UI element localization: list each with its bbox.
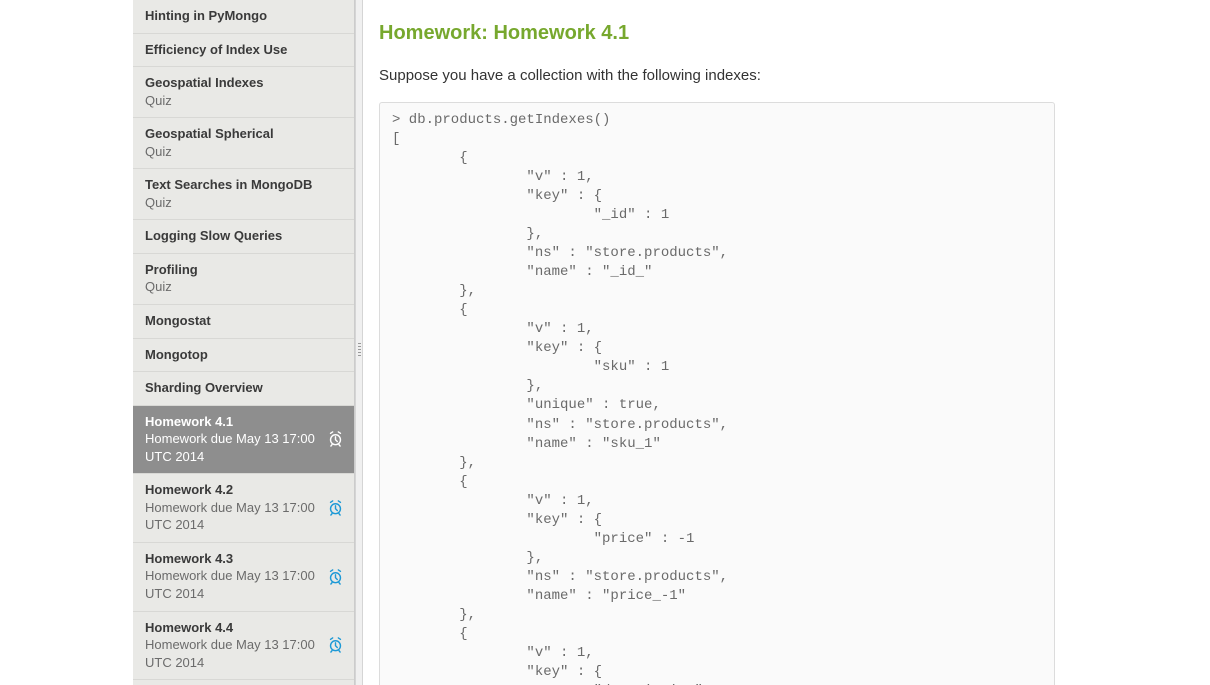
sidebar-gutter [0,0,133,685]
sidebar-item-title: Homework 4.3 [145,550,342,568]
sidebar-wrap: Hinting in PyMongo Efficiency of Index Us… [0,0,355,685]
sidebar-item-subtitle: Quiz [145,92,342,110]
sidebar-item-title: Sharding Overview [145,379,342,397]
clock-icon [327,431,344,448]
sidebar-item-6[interactable]: ProfilingQuiz [133,254,354,305]
sidebar-item-title: Profiling [145,261,342,279]
sidebar-item-title: Hinting in PyMongo [145,7,342,25]
sidebar-item-5[interactable]: Logging Slow Queries [133,220,354,254]
sidebar-item-title: Geospatial Indexes [145,74,342,92]
page-heading: Homework: Homework 4.1 [379,22,1210,45]
sidebar-item-subtitle: Quiz [145,194,342,212]
sidebar-item-0[interactable]: Hinting in PyMongo [133,0,354,34]
sidebar-item-10[interactable]: Homework 4.1Homework due May 13 17:00 UT… [133,406,354,475]
sidebar-item-3[interactable]: Geospatial SphericalQuiz [133,118,354,169]
sidebar-item-13[interactable]: Homework 4.4Homework due May 13 17:00 UT… [133,612,354,681]
sidebar-item-title: Mongotop [145,346,342,364]
clock-icon [327,500,344,517]
sidebar-item-title: Homework 4.2 [145,481,342,499]
code-block: > db.products.getIndexes() [ { "v" : 1, … [379,102,1055,685]
sidebar-item-7[interactable]: Mongostat [133,305,354,339]
sidebar-item-8[interactable]: Mongotop [133,339,354,373]
sidebar-item-subtitle: Quiz [145,143,342,161]
sidebar-item-title: Homework 4.1 [145,413,342,431]
resizer-handle[interactable] [355,0,363,685]
clock-icon [327,637,344,654]
sidebar-item-subtitle: Quiz [145,278,342,296]
sidebar-item-subtitle: Homework due May 13 17:00 UTC 2014 [145,636,342,671]
sidebar-item-12[interactable]: Homework 4.3Homework due May 13 17:00 UT… [133,543,354,612]
sidebar-item-title: Homework 4.4 [145,619,342,637]
sidebar-item-1[interactable]: Efficiency of Index Use [133,34,354,68]
sidebar-item-subtitle: Homework due May 13 17:00 UTC 2014 [145,499,342,534]
lead-text: Suppose you have a collection with the f… [379,67,1210,84]
main-content: Homework: Homework 4.1 Suppose you have … [363,0,1210,685]
sidebar-item-4[interactable]: Text Searches in MongoDBQuiz [133,169,354,220]
sidebar-item-title: Text Searches in MongoDB [145,176,342,194]
sidebar-item-title: Logging Slow Queries [145,227,342,245]
sidebar-item-title: Efficiency of Index Use [145,41,342,59]
app-layout: Hinting in PyMongo Efficiency of Index Us… [0,0,1210,685]
sidebar-item-subtitle: Homework due May 13 17:00 UTC 2014 [145,430,342,465]
sidebar-item-title: Geospatial Spherical [145,125,342,143]
course-sidebar[interactable]: Hinting in PyMongo Efficiency of Index Us… [133,0,355,685]
sidebar-item-9[interactable]: Sharding Overview [133,372,354,406]
sidebar-item-2[interactable]: Geospatial IndexesQuiz [133,67,354,118]
sidebar-item-subtitle: Homework due May 13 17:00 UTC 2014 [145,567,342,602]
sidebar-item-11[interactable]: Homework 4.2Homework due May 13 17:00 UT… [133,474,354,543]
sidebar-item-title: Mongostat [145,312,342,330]
clock-icon [327,568,344,585]
